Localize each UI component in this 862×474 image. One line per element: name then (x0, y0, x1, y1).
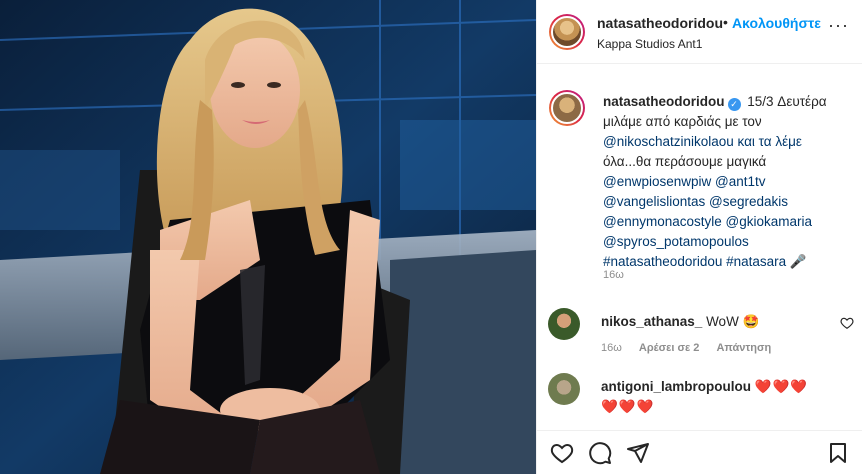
paper-plane-icon[interactable] (626, 441, 650, 465)
more-options-icon[interactable]: ··· (828, 16, 849, 34)
caption-line: 15/3 Δευτέρα (747, 94, 827, 109)
author-avatar[interactable] (549, 14, 585, 50)
comment-time[interactable]: 16ω (601, 342, 622, 354)
commenter-avatar[interactable] (548, 373, 580, 405)
caption-mention[interactable]: @enwpiosenwpiw @ant1tv (603, 174, 766, 189)
caption-mention[interactable]: @nikoschatzinikolaou και τα λέμε (603, 134, 802, 149)
reply-button[interactable]: Απάντηση (716, 342, 771, 354)
action-bar (536, 430, 862, 474)
caption-avatar[interactable] (549, 90, 585, 126)
comment-username[interactable]: antigoni_lambropoulou (601, 379, 751, 394)
comment-meta: 16ω Αρέσει σε 2 Απάντηση (601, 342, 785, 354)
verified-badge-icon: ✓ (727, 98, 741, 111)
post-image (0, 0, 536, 474)
post-photo[interactable] (0, 0, 536, 474)
heart-icon[interactable] (550, 441, 574, 465)
caption-time[interactable]: 16ω (603, 269, 624, 281)
comment-likes[interactable]: Αρέσει σε 2 (639, 342, 700, 354)
caption-line: μιλάμε από καρδιάς με τον (603, 114, 762, 129)
caption-text: natasatheodoridou ✓ 15/3 Δευτέρα μιλάμε α… (603, 92, 853, 272)
comment-body: ❤️❤️❤️ (754, 379, 809, 394)
separator-dot: • (723, 14, 728, 30)
comment-text: antigoni_lambropoulou ❤️❤️❤️ ❤️❤️❤️ (601, 377, 841, 417)
follow-button[interactable]: Ακολουθήστε (732, 15, 821, 31)
caption-mention[interactable]: @spyros_potamopoulos (603, 234, 749, 249)
commenter-avatar[interactable] (548, 308, 580, 340)
caption-mention[interactable]: @vangelisliontas @segredakis (603, 194, 788, 209)
author-username[interactable]: natasatheodoridou (597, 15, 723, 31)
comment-icon[interactable] (588, 441, 612, 465)
comment-body: ❤️❤️❤️ (601, 399, 655, 414)
comment-text: nikos_athanas_ WoW 🤩 (601, 312, 841, 332)
caption-line: όλα...θα περάσουμε μαγικά (603, 154, 767, 169)
caption-hashtags[interactable]: #natasatheodoridou #natasara 🎤 (603, 254, 807, 269)
comment-username[interactable]: nikos_athanas_ (601, 314, 702, 329)
comment-body: WoW 🤩 (706, 314, 760, 329)
post-header: natasatheodoridou • Ακολουθήστε Kappa St… (537, 0, 862, 64)
caption-mention[interactable]: @ennymonacostyle @gkiokamaria (603, 214, 812, 229)
caption-username[interactable]: natasatheodoridou (603, 94, 725, 109)
location-link[interactable]: Kappa Studios Ant1 (597, 37, 702, 51)
comment-like-heart-icon[interactable] (840, 316, 854, 330)
bookmark-icon[interactable] (826, 441, 850, 465)
